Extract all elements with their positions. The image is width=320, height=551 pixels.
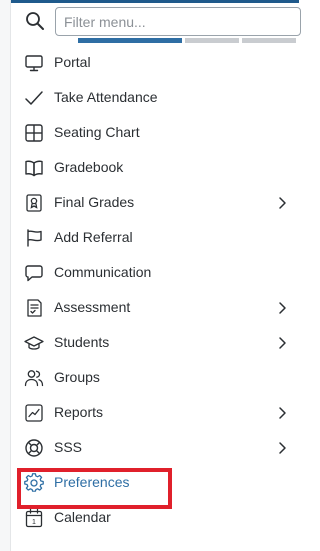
book-icon	[24, 158, 44, 178]
menu-item-students[interactable]: Students	[11, 325, 299, 360]
tab-indicator-active[interactable]	[78, 38, 182, 43]
line-chart-icon	[24, 403, 44, 423]
chevron-right-icon[interactable]	[277, 441, 287, 455]
svg-text:1: 1	[32, 519, 36, 526]
menu-item-label: Calendar	[54, 509, 111, 525]
filter-menu-input[interactable]	[55, 7, 301, 36]
menu-item-label: Portal	[54, 54, 91, 70]
menu-item-preferences[interactable]: Preferences	[11, 465, 299, 509]
menu-item-label: Students	[54, 334, 110, 350]
grid-icon	[24, 123, 44, 143]
tab-indicator-3[interactable]	[242, 38, 296, 43]
menu-item-add-referral[interactable]: Add Referral	[11, 220, 299, 255]
certificate-icon	[24, 193, 44, 213]
main-menu-list: Portal Take Attendance Seating Chart Gra…	[11, 45, 299, 535]
menu-tab-indicator	[78, 38, 299, 43]
menu-item-label: Gradebook	[54, 159, 124, 175]
menu-item-calendar[interactable]: 1 Calendar	[11, 500, 299, 535]
menu-item-label: Add Referral	[54, 229, 133, 245]
menu-item-label: Preferences	[54, 474, 130, 490]
menu-item-portal[interactable]: Portal	[11, 45, 299, 80]
menu-item-label: Seating Chart	[54, 124, 140, 140]
left-panel-edge	[0, 0, 11, 551]
calendar-icon: 1	[24, 508, 44, 528]
chevron-right-icon[interactable]	[277, 196, 287, 210]
menu-item-assessment[interactable]: Assessment	[11, 290, 299, 325]
menu-item-reports[interactable]: Reports	[11, 395, 299, 430]
tab-indicator-2[interactable]	[185, 38, 239, 43]
menu-item-label: Take Attendance	[54, 89, 158, 105]
monitor-icon	[24, 53, 44, 73]
checklist-document-icon	[24, 298, 44, 318]
menu-item-label: Assessment	[54, 299, 131, 315]
menu-item-seating-chart[interactable]: Seating Chart	[11, 115, 299, 150]
menu-item-gradebook[interactable]: Gradebook	[11, 150, 299, 185]
gear-icon	[24, 473, 44, 493]
menu-item-label: SSS	[54, 439, 83, 455]
menu-item-label: Reports	[54, 404, 104, 420]
menu-item-label: Final Grades	[54, 194, 135, 210]
menu-filter-bar	[11, 3, 301, 37]
menu-item-groups[interactable]: Groups	[11, 360, 299, 395]
navigation-menu-panel: Portal Take Attendance Seating Chart	[0, 0, 301, 551]
search-icon	[25, 11, 45, 31]
chevron-right-icon[interactable]	[277, 406, 287, 420]
chat-bubble-icon	[24, 263, 44, 283]
chevron-right-icon[interactable]	[277, 336, 287, 350]
menu-item-communication[interactable]: Communication	[11, 255, 299, 290]
checkmark-icon	[24, 88, 44, 108]
menu-item-final-grades[interactable]: Final Grades	[11, 185, 299, 220]
users-icon	[24, 368, 44, 388]
menu-item-label: Groups	[54, 369, 100, 385]
menu-item-label: Communication	[54, 264, 152, 280]
menu-item-take-attendance[interactable]: Take Attendance	[11, 80, 299, 115]
menu-item-sss[interactable]: SSS	[11, 430, 299, 465]
lifebuoy-icon	[24, 438, 44, 458]
chevron-right-icon[interactable]	[277, 301, 287, 315]
flag-icon	[24, 228, 44, 248]
graduation-cap-icon	[24, 333, 44, 353]
